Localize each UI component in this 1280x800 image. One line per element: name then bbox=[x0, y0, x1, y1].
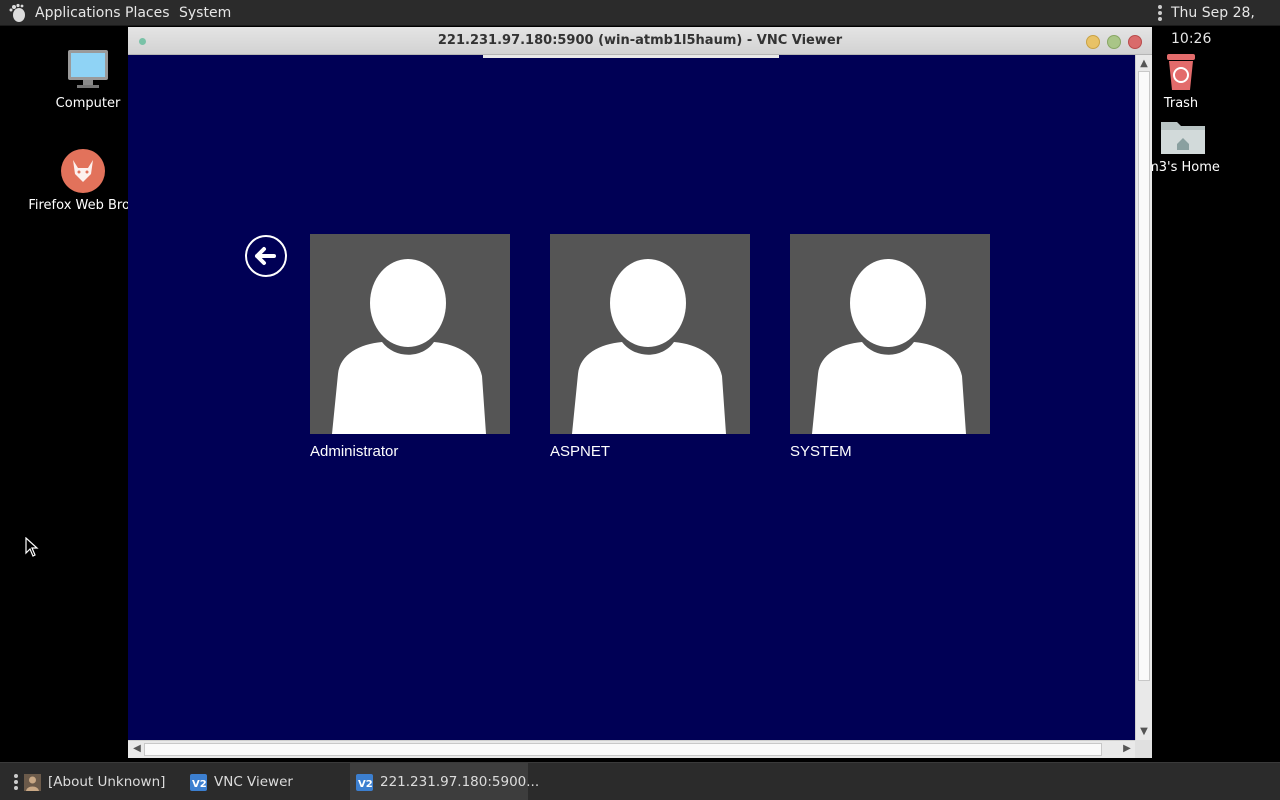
back-arrow-button[interactable] bbox=[245, 235, 287, 277]
mouse-cursor-icon bbox=[25, 537, 39, 557]
window-title: 221.231.97.180:5900 (win-atmb1l5haum) - … bbox=[437, 33, 843, 48]
window-titlebar[interactable]: 221.231.97.180:5900 (win-atmb1l5haum) - … bbox=[128, 27, 1152, 55]
desktop-icon-computer[interactable]: Computer bbox=[48, 48, 128, 111]
desktop-icon-label: Trash bbox=[1163, 96, 1199, 111]
gnome-foot-icon[interactable] bbox=[8, 3, 28, 23]
user-tile-administrator[interactable]: Administrator bbox=[310, 234, 510, 460]
vnc-icon: V2 bbox=[190, 774, 207, 791]
scroll-right-icon[interactable]: ▶ bbox=[1120, 742, 1134, 756]
user-avatar bbox=[550, 234, 750, 434]
user-name: SYSTEM bbox=[790, 443, 852, 460]
horizontal-scroll-thumb[interactable] bbox=[144, 743, 1102, 756]
desktop-icon-label: Computer bbox=[55, 96, 121, 111]
menu-applications[interactable]: Applications bbox=[35, 0, 121, 26]
top-panel: Applications Places System Thu Sep 28, 1… bbox=[0, 0, 1280, 47]
taskbar-item-label: 221.231.97.180:5900... bbox=[380, 774, 540, 790]
user-icon bbox=[24, 774, 41, 791]
user-tile-system[interactable]: SYSTEM bbox=[790, 234, 990, 460]
remote-top-indicator bbox=[483, 55, 779, 58]
menu-places[interactable]: Places bbox=[125, 0, 170, 26]
taskbar-item-vnc-session[interactable]: V2 221.231.97.180:5900... bbox=[350, 763, 539, 800]
desktop-icon-trash[interactable]: Trash bbox=[1146, 48, 1216, 111]
vertical-scroll-thumb[interactable] bbox=[1138, 71, 1150, 681]
minimize-button[interactable] bbox=[1086, 35, 1100, 49]
close-button[interactable] bbox=[1128, 35, 1142, 49]
clock[interactable]: Thu Sep 28, 10:26 bbox=[1171, 0, 1280, 52]
vnc-viewer-window: 221.231.97.180:5900 (win-atmb1l5haum) - … bbox=[128, 27, 1152, 758]
back-arrow-icon bbox=[255, 247, 276, 265]
horizontal-scrollbar[interactable] bbox=[128, 740, 1135, 758]
user-avatar bbox=[790, 234, 990, 434]
scroll-down-icon[interactable]: ▼ bbox=[1137, 725, 1151, 739]
svg-text:V2: V2 bbox=[192, 779, 207, 790]
taskbar-item-about-unknown[interactable]: [About Unknown] bbox=[18, 763, 176, 800]
taskbar-item-vnc-viewer[interactable]: V2 VNC Viewer bbox=[184, 763, 344, 800]
home-folder-icon bbox=[1161, 122, 1205, 154]
user-name: Administrator bbox=[310, 443, 399, 460]
scroll-left-icon[interactable]: ◀ bbox=[130, 742, 144, 756]
vertical-scrollbar[interactable] bbox=[1135, 55, 1152, 740]
bottom-taskbar: [About Unknown] V2 VNC Viewer V2 221.231… bbox=[0, 762, 1280, 800]
remote-desktop-view[interactable]: Administrator ASPNET SYSTEM bbox=[128, 55, 1135, 740]
scrollbar-corner bbox=[1135, 740, 1152, 758]
user-name: ASPNET bbox=[550, 443, 611, 460]
computer-icon bbox=[68, 50, 108, 88]
user-silhouette-icon bbox=[572, 259, 726, 434]
panel-handle-icon[interactable] bbox=[1157, 4, 1163, 22]
trash-icon bbox=[1167, 54, 1195, 90]
maximize-button[interactable] bbox=[1107, 35, 1121, 49]
taskbar-item-label: VNC Viewer bbox=[214, 774, 293, 790]
taskbar-item-label: [About Unknown] bbox=[48, 774, 166, 790]
user-tile-aspnet[interactable]: ASPNET bbox=[550, 234, 750, 460]
user-silhouette-icon bbox=[812, 259, 966, 434]
user-silhouette-icon bbox=[332, 259, 486, 434]
menu-system[interactable]: System bbox=[179, 0, 231, 26]
scroll-up-icon[interactable]: ▲ bbox=[1137, 57, 1151, 71]
firefox-icon bbox=[61, 149, 105, 193]
svg-text:V2: V2 bbox=[358, 779, 373, 790]
user-avatar bbox=[310, 234, 510, 434]
vnc-icon: V2 bbox=[356, 774, 373, 791]
